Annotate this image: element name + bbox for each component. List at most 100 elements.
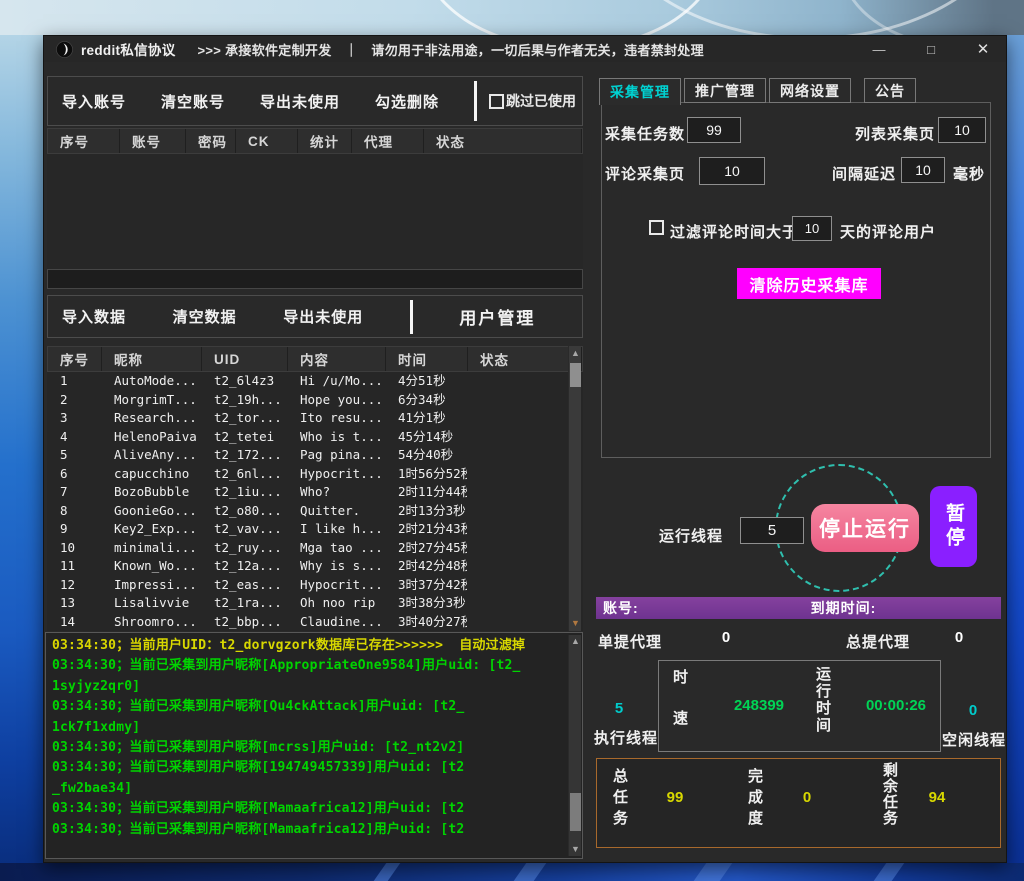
import-accounts-button[interactable]: 导入账号 xyxy=(62,91,126,112)
delay-input[interactable] xyxy=(901,157,945,183)
export-unused-data-button[interactable]: 导出未使用 xyxy=(283,306,363,327)
table-row[interactable]: 6 capucchino t2_6nl... Hypocrit... 1时56分… xyxy=(47,465,583,484)
cell-nickname: MorgrimT... xyxy=(101,391,201,410)
account-table-header-cell[interactable]: 账号 xyxy=(120,129,186,153)
cell-time: 2时21分43秒 xyxy=(385,520,467,539)
tab[interactable]: 网络设置 xyxy=(769,78,851,103)
user-table-header-cell[interactable]: 时间 xyxy=(386,347,468,371)
cell-status xyxy=(467,557,583,576)
delay-label: 间隔延迟 xyxy=(832,163,896,184)
delete-checked-button[interactable]: 勾选删除 xyxy=(375,91,439,112)
exec-threads-value: 5 xyxy=(602,700,636,717)
scroll-down-icon[interactable]: ▼ xyxy=(569,617,582,630)
table-row[interactable]: 3 Research... t2_tor... Ito resu... 41分1… xyxy=(47,409,583,428)
account-table-header-cell[interactable]: 密码 xyxy=(186,129,236,153)
scrollbar-thumb[interactable] xyxy=(570,363,581,387)
tab[interactable]: 推广管理 xyxy=(684,78,766,103)
scroll-up-icon[interactable]: ▲ xyxy=(569,347,582,360)
comment-pages-input[interactable] xyxy=(699,157,765,185)
scrollbar-thumb[interactable] xyxy=(570,793,581,831)
user-table-header-cell[interactable]: 昵称 xyxy=(102,347,202,371)
log-scrollbar[interactable]: ▲ ▼ xyxy=(568,635,581,856)
table-row[interactable]: 14 Shroomro... t2_bbp... Claudine... 3时4… xyxy=(47,613,583,632)
user-table-header-cell[interactable]: 内容 xyxy=(288,347,386,371)
scroll-down-icon[interactable]: ▼ xyxy=(569,843,582,856)
user-table-scrollbar[interactable]: ▲ ▼ xyxy=(568,346,581,631)
tab[interactable]: 采集管理 xyxy=(599,78,681,105)
data-toolbar: 导入数据 清空数据 导出未使用 用户管理 xyxy=(47,295,583,338)
import-data-button[interactable]: 导入数据 xyxy=(62,306,126,327)
table-row[interactable]: 10 minimali... t2_ruy... Mga tao ... 2时2… xyxy=(47,539,583,558)
user-management-button[interactable]: 用户管理 xyxy=(459,304,535,329)
window-title: reddit私信协议 xyxy=(81,39,176,59)
skip-used-checkbox[interactable] xyxy=(489,94,504,109)
cell-content: Why is s... xyxy=(287,557,385,576)
clear-history-button[interactable]: 清除历史采集库 xyxy=(737,268,881,299)
table-row[interactable]: 1 AutoMode... t2_6l4z3 Hi /u/Mo... 4分51秒 xyxy=(47,372,583,391)
close-button[interactable]: ✕ xyxy=(974,40,992,58)
total-tasks-label: 总任务 xyxy=(609,768,630,831)
cell-nickname: HelenoPaiva xyxy=(101,428,201,447)
done-label: 完成度 xyxy=(744,768,765,831)
idle-threads-value: 0 xyxy=(956,702,990,719)
cell-nickname: capucchino xyxy=(101,465,201,484)
account-table-body[interactable] xyxy=(47,154,583,269)
log-console[interactable]: 03:34:30；当前用户UID：t2_dorvgzork数据库已存在>>>>>… xyxy=(45,632,583,859)
export-unused-accounts-button[interactable]: 导出未使用 xyxy=(260,91,340,112)
table-row[interactable]: 2 MorgrimT... t2_19h... Hope you... 6分34… xyxy=(47,391,583,410)
titlebar[interactable]: reddit私信协议 >>> 承接软件定制开发 ｜ 请勿用于非法用途，一切后果与… xyxy=(44,36,1006,62)
table-row[interactable]: 7 BozoBubble t2_1iu... Who? 2时11分44秒 xyxy=(47,483,583,502)
license-bar: 账号: 到期时间: xyxy=(596,597,1001,619)
clear-data-button[interactable]: 清空数据 xyxy=(173,306,237,327)
table-row[interactable]: 11 Known_Wo... t2_12a... Why is s... 2时4… xyxy=(47,557,583,576)
table-row[interactable]: 5 AliveAny... t2_172... Pag pina... 54分4… xyxy=(47,446,583,465)
cell-status xyxy=(467,446,583,465)
single-proxy-label: 单提代理 xyxy=(598,631,662,652)
cell-no: 2 xyxy=(47,391,101,410)
user-table-header-cell[interactable]: 序号 xyxy=(48,347,102,371)
list-pages-input[interactable] xyxy=(938,117,986,143)
run-threads-input[interactable] xyxy=(740,517,804,544)
right-panel-tabs: 采集管理推广管理网络设置公告 xyxy=(599,78,916,105)
cell-nickname: BozoBubble xyxy=(101,483,201,502)
stop-run-button[interactable]: 停止运行 xyxy=(811,504,919,552)
progress-bar xyxy=(47,269,583,289)
cell-status xyxy=(467,502,583,521)
total-proxy-label: 总提代理 xyxy=(846,631,910,652)
cell-time: 2时42分48秒 xyxy=(385,557,467,576)
done-value: 0 xyxy=(777,789,837,806)
account-table-header-cell[interactable]: 序号 xyxy=(48,129,120,153)
app-window: reddit私信协议 >>> 承接软件定制开发 ｜ 请勿用于非法用途，一切后果与… xyxy=(43,35,1007,863)
filter-comment-checkbox[interactable] xyxy=(649,220,664,235)
filter-days-input[interactable] xyxy=(792,216,832,241)
table-row[interactable]: 12 Impressi... t2_eas... Hypocrit... 3时3… xyxy=(47,576,583,595)
pause-button-label: 暂停 xyxy=(940,503,967,551)
account-table-header-cell[interactable]: 代理 xyxy=(352,129,424,153)
pause-button[interactable]: 暂停 xyxy=(930,486,977,567)
table-row[interactable]: 4 HelenoPaiva t2_tetei Who is t... 45分14… xyxy=(47,428,583,447)
user-table-header-cell[interactable]: 状态 xyxy=(468,347,582,371)
list-pages-label: 列表采集页 xyxy=(855,123,935,144)
user-table-header-cell[interactable]: UID xyxy=(202,347,288,371)
table-row[interactable]: 8 GoonieGo... t2_o80... Quitter. 2时13分3秒 xyxy=(47,502,583,521)
tab[interactable]: 公告 xyxy=(864,78,916,103)
table-row[interactable]: 13 Lisalivvie t2_1ra... Oh noo rip 3时38分… xyxy=(47,594,583,613)
account-toolbar: 导入账号 清空账号 导出未使用 勾选删除 跳过已使用 xyxy=(47,76,583,126)
account-table-header-cell[interactable]: 统计 xyxy=(298,129,352,153)
account-table-header-cell[interactable]: 状态 xyxy=(424,129,582,153)
minimize-button[interactable]: — xyxy=(870,42,888,57)
table-row[interactable]: 9 Key2_Exp... t2_vav... I like h... 2时21… xyxy=(47,520,583,539)
cell-no: 13 xyxy=(47,594,101,613)
scroll-up-icon[interactable]: ▲ xyxy=(569,635,582,648)
cell-nickname: Key2_Exp... xyxy=(101,520,201,539)
maximize-button[interactable]: □ xyxy=(922,42,940,57)
account-table-header-cell[interactable]: CK xyxy=(236,129,298,153)
log-line: 03:34:30；当前已采集到用户昵称[Qu4ckAttack]用户uid: [… xyxy=(52,697,576,717)
clear-accounts-button[interactable]: 清空账号 xyxy=(161,91,225,112)
license-account-label: 账号: xyxy=(603,598,639,618)
cell-content: I like h... xyxy=(287,520,385,539)
user-table-body: 1 AutoMode... t2_6l4z3 Hi /u/Mo... 4分51秒… xyxy=(47,372,583,631)
task-count-input[interactable] xyxy=(687,117,741,143)
cell-uid: t2_1iu... xyxy=(201,483,287,502)
cell-status xyxy=(467,613,583,632)
